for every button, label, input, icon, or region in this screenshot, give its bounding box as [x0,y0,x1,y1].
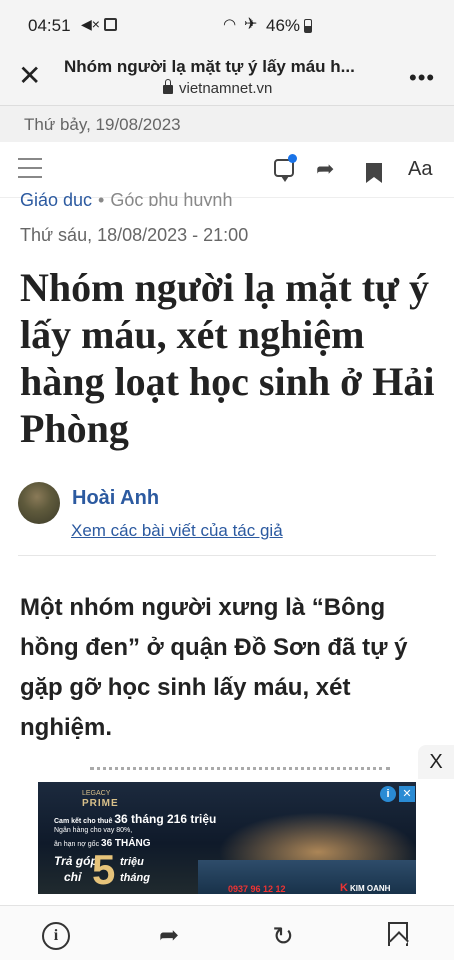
status-bar: 04:51 ◀× ◠ ✈ 46% [0,0,454,48]
article-headline: Nhóm người lạ mặt tự ý lấy máu, xét nghi… [20,265,435,451]
url-display[interactable]: vietnamnet.vn [163,79,273,97]
airplane-icon: ✈ [244,16,258,33]
battery-percent: 46% [266,16,301,35]
breadcrumb: Giáo dục • Góc phụ huynh [20,190,232,206]
share-icon[interactable]: ➦ [155,922,183,950]
ad-line-1: Cam kết cho thuê 36 tháng 216 triệu [54,812,217,826]
published-date: Thứ sáu, 18/08/2023 - 21:00 [20,225,249,245]
breadcrumb-section[interactable]: Giáo dục [20,190,92,206]
ad-brand: PRIME [82,798,119,809]
bottom-toolbar: i ➦ ↻ [0,905,454,960]
notification-icon [104,18,117,31]
comment-badge [288,154,297,163]
author-name[interactable]: Hoài Anh [72,487,159,510]
wifi-icon: ◠ [223,16,237,33]
ad-promo-number: 5 [92,846,116,893]
breadcrumb-subsection[interactable]: Góc phụ huynh [110,190,232,206]
domain-text: vietnamnet.vn [179,80,273,97]
today-date: Thứ bảy, 19/08/2023 [24,115,181,134]
reload-icon[interactable]: ↻ [269,922,297,950]
ad-phone: 0937 96 12 12 [228,884,286,894]
breadcrumb-separator: • [98,190,105,206]
ad-brand-small: LEGACY [82,790,111,797]
page-title[interactable]: Nhóm người lạ mặt tự ý lấy máu h... [64,57,394,77]
ad-developer-logo: K KIM OANH [340,882,391,894]
ad-banner[interactable]: i ✕ LEGACY PRIME Cam kết cho thuê 36 thá… [38,782,416,894]
bookmark-icon[interactable] [366,163,382,183]
ad-line-2: Ngân hàng cho vay 80%, [54,827,133,834]
truncated-paragraph [90,767,390,775]
battery-icon [304,19,312,33]
ad-promo-chi: chỉ [64,870,82,884]
info-icon[interactable]: i [42,922,70,950]
mute-icon: ◀× [81,16,100,32]
ad-promo-period: tháng [120,872,150,884]
divider [18,555,436,556]
close-icon[interactable]: ✕ [18,62,41,90]
share-icon[interactable]: ➦ [316,156,334,182]
status-time: 04:51 [28,16,71,35]
date-strip: Thứ bảy, 19/08/2023 [0,106,454,142]
article-lead: Một nhóm người xưng là “Bông hồng đen” ở… [20,594,408,741]
hamburger-icon[interactable] [18,158,42,180]
ad-promo-unit: triệu [120,856,144,868]
more-menu-icon[interactable]: ••• [409,65,435,91]
author-articles-link[interactable]: Xem các bài viết của tác giả [71,521,283,541]
font-size-button[interactable]: Aa [408,158,432,181]
ad-dismiss-icon[interactable]: ✕ [399,786,415,802]
bookmark-icon[interactable] [388,922,408,946]
author-avatar[interactable] [18,482,60,524]
lock-icon [163,79,173,94]
browser-url-bar: ✕ Nhóm người lạ mặt tự ý lấy máu h... vi… [0,48,454,106]
ad-close-button[interactable]: X [418,745,454,779]
ad-info-icon[interactable]: i [380,786,396,802]
